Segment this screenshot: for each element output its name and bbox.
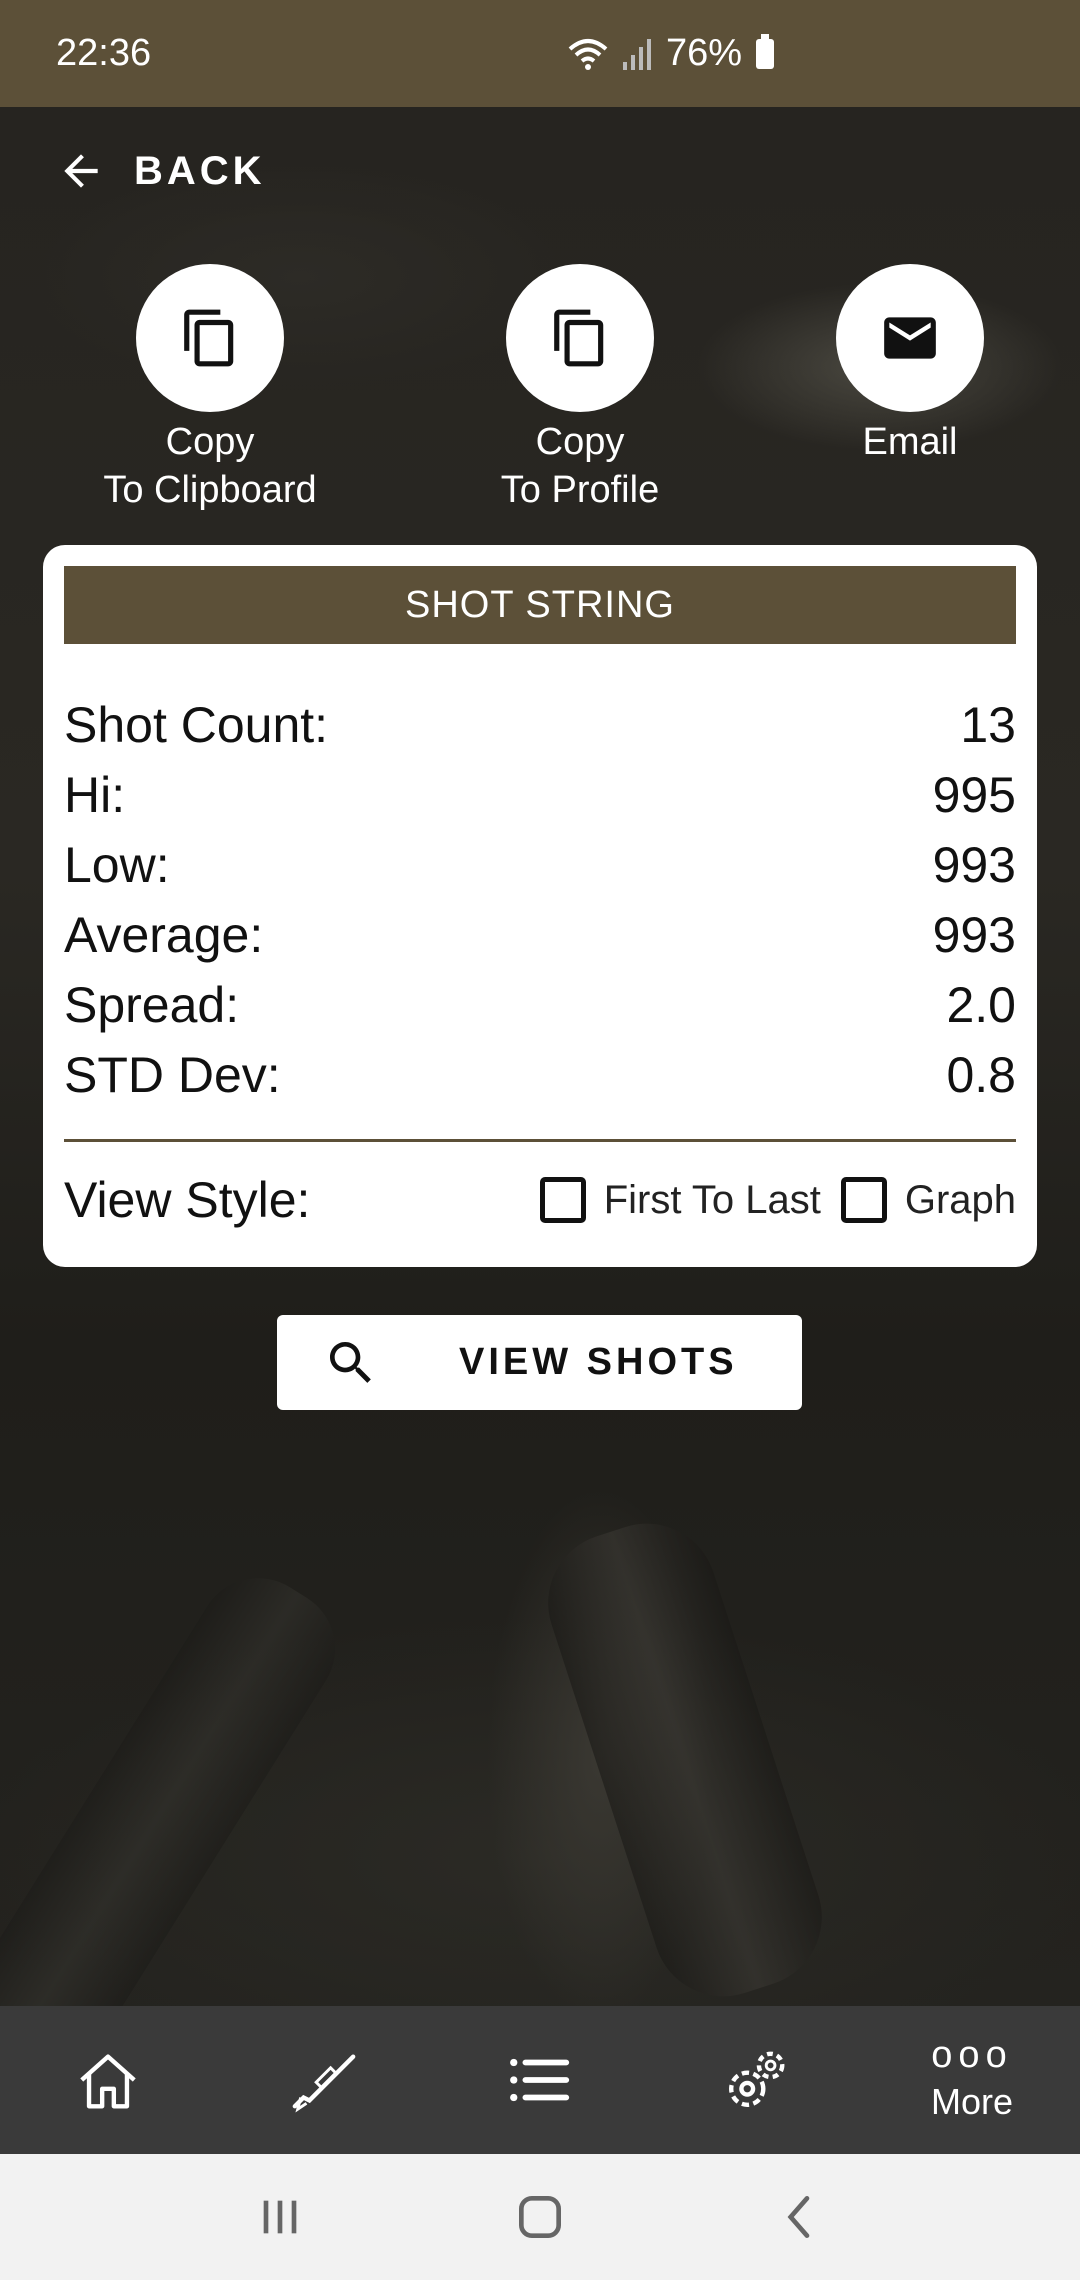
stat-row-average: Average: 993 bbox=[64, 900, 1016, 970]
back-label: BACK bbox=[134, 148, 266, 193]
stats-list: Shot Count: 13 Hi: 995 Low: 993 Average:… bbox=[64, 690, 1016, 1110]
copy-icon bbox=[184, 309, 234, 367]
stat-value: 0.8 bbox=[946, 1047, 1016, 1103]
stat-row-shot-count: Shot Count: 13 bbox=[64, 690, 1016, 760]
mail-icon bbox=[884, 317, 936, 359]
view-shots-button[interactable]: VIEW SHOTS bbox=[277, 1315, 802, 1410]
copy-to-clipboard-circle[interactable] bbox=[136, 264, 284, 412]
signal-icon bbox=[622, 38, 651, 70]
card-title: SHOT STRING bbox=[64, 566, 1016, 644]
stat-label: Hi: bbox=[64, 767, 126, 823]
stat-label: Shot Count: bbox=[64, 697, 329, 753]
copy-to-profile-label: Copy To Profile bbox=[500, 421, 660, 511]
email-label: Email bbox=[862, 421, 958, 463]
status-indicators: 76% bbox=[568, 32, 774, 75]
first-to-last-checkbox[interactable] bbox=[539, 1177, 586, 1223]
gears-icon bbox=[729, 2051, 785, 2107]
wifi-icon bbox=[568, 38, 608, 70]
search-icon bbox=[330, 1341, 371, 1383]
copy-to-clipboard-button[interactable]: Copy To Clipboard bbox=[80, 264, 340, 514]
arrow-left-icon bbox=[64, 154, 98, 188]
status-time: 22:36 bbox=[56, 32, 152, 74]
stat-label: Low: bbox=[64, 837, 170, 893]
rifle-icon bbox=[292, 2054, 356, 2113]
graph-label: Graph bbox=[904, 1177, 1016, 1222]
email-button[interactable]: Email bbox=[780, 264, 1040, 466]
first-to-last-option[interactable]: First To Last bbox=[539, 1177, 821, 1223]
graph-checkbox[interactable] bbox=[840, 1177, 887, 1223]
nav-settings[interactable] bbox=[648, 2006, 864, 2154]
status-bar: 22:36 76% bbox=[0, 0, 1080, 107]
back-button[interactable]: BACK bbox=[56, 136, 266, 206]
list-icon bbox=[510, 2058, 570, 2102]
copy-icon bbox=[554, 309, 604, 367]
stat-row-low: Low: 993 bbox=[64, 830, 1016, 900]
copy-to-profile-circle[interactable] bbox=[506, 264, 654, 412]
view-style-label: View Style: bbox=[64, 1172, 311, 1228]
nav-rifles[interactable] bbox=[216, 2006, 432, 2154]
stat-value: 995 bbox=[932, 767, 1016, 823]
stat-value: 13 bbox=[960, 697, 1016, 753]
home-icon bbox=[80, 2054, 136, 2109]
action-bar: Copy To Clipboard Copy To Profile Email bbox=[0, 264, 1080, 524]
view-shots-label: VIEW SHOTS bbox=[459, 1341, 738, 1383]
stat-label: Average: bbox=[64, 907, 264, 963]
bottom-nav: ooo More bbox=[0, 2006, 1080, 2154]
first-to-last-label: First To Last bbox=[603, 1177, 821, 1222]
copy-to-clipboard-label: Copy To Clipboard bbox=[103, 421, 317, 511]
system-nav-bar bbox=[0, 2154, 1080, 2280]
home-circle-icon[interactable] bbox=[512, 2189, 568, 2245]
stat-row-spread: Spread: 2.0 bbox=[64, 970, 1016, 1040]
copy-to-profile-button[interactable]: Copy To Profile bbox=[450, 264, 710, 514]
stat-row-std-dev: STD Dev: 0.8 bbox=[64, 1040, 1016, 1110]
divider bbox=[64, 1139, 1016, 1142]
battery-percent: 76% bbox=[665, 32, 742, 74]
stat-label: STD Dev: bbox=[64, 1047, 281, 1103]
nav-more-label: More bbox=[930, 2081, 1014, 2122]
view-style-row: View Style: First To Last Graph bbox=[64, 1165, 1016, 1235]
battery-icon bbox=[756, 33, 774, 69]
nav-list[interactable] bbox=[432, 2006, 648, 2154]
more-icon: ooo bbox=[931, 2034, 1013, 2076]
shot-string-card: SHOT STRING Shot Count: 13 Hi: 995 Low: … bbox=[43, 545, 1037, 1267]
stat-label: Spread: bbox=[64, 977, 240, 1033]
stat-value: 993 bbox=[932, 907, 1016, 963]
stat-value: 993 bbox=[932, 837, 1016, 893]
recent-apps-icon[interactable] bbox=[252, 2189, 308, 2245]
back-chevron-icon[interactable] bbox=[772, 2189, 828, 2245]
stat-row-hi: Hi: 995 bbox=[64, 760, 1016, 830]
stat-value: 2.0 bbox=[946, 977, 1016, 1033]
nav-more[interactable]: ooo More bbox=[864, 2006, 1080, 2154]
email-circle[interactable] bbox=[836, 264, 984, 412]
graph-option[interactable]: Graph bbox=[840, 1177, 1016, 1223]
nav-home[interactable] bbox=[0, 2006, 216, 2154]
